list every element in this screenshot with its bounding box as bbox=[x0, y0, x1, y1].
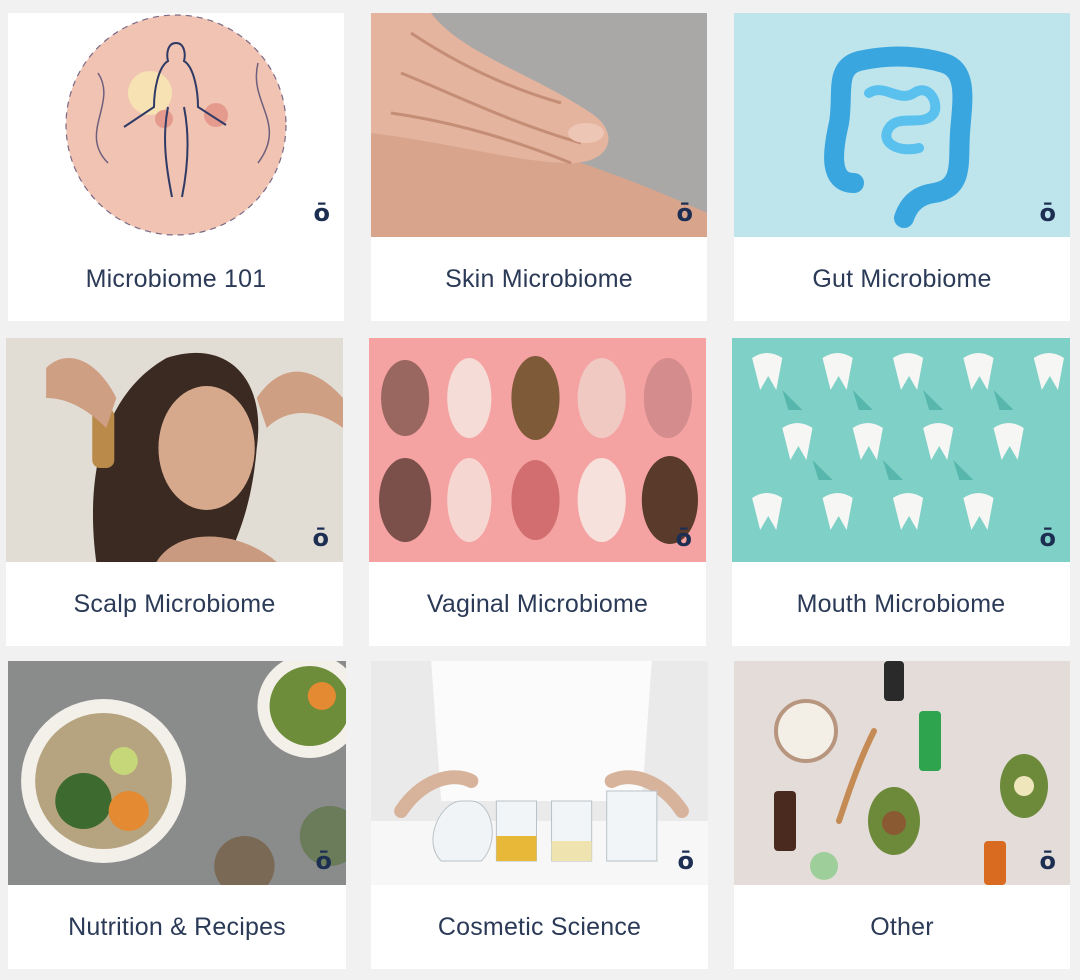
category-card-microbiome-101[interactable]: ō Microbiome 101 bbox=[8, 13, 344, 321]
category-label: Vaginal Microbiome bbox=[426, 589, 649, 618]
brand-mark-icon: ō bbox=[1039, 847, 1057, 875]
brand-mark-icon: ō bbox=[675, 524, 693, 552]
category-card-vaginal-microbiome[interactable]: ō Vaginal Microbiome bbox=[369, 338, 706, 646]
skincare-flatlay-photo-image bbox=[734, 661, 1070, 885]
category-label: Cosmetic Science bbox=[437, 912, 642, 941]
brand-mark-icon: ō bbox=[1039, 524, 1057, 552]
brand-mark-icon: ō bbox=[677, 847, 695, 875]
brand-mark-icon: ō bbox=[1039, 199, 1057, 227]
food-bowls-photo-image bbox=[8, 661, 346, 885]
category-card-gut-microbiome[interactable]: ō Gut Microbiome bbox=[734, 13, 1070, 321]
scalp-woman-photo-image bbox=[6, 338, 343, 562]
vaginal-illustration-image bbox=[369, 338, 706, 562]
skin-hand-photo-image bbox=[371, 13, 707, 237]
category-card-cosmetic-science[interactable]: ō Cosmetic Science bbox=[371, 661, 708, 969]
category-grid: ō Microbiome 101 ō Skin Microbiome ō Gut… bbox=[0, 0, 1080, 980]
brand-mark-icon: ō bbox=[315, 847, 333, 875]
category-card-skin-microbiome[interactable]: ō Skin Microbiome bbox=[371, 13, 707, 321]
category-label: Scalp Microbiome bbox=[73, 589, 276, 618]
category-label: Other bbox=[870, 912, 934, 941]
category-label: Skin Microbiome bbox=[445, 264, 633, 293]
category-card-scalp-microbiome[interactable]: ō Scalp Microbiome bbox=[6, 338, 343, 646]
category-label: Microbiome 101 bbox=[85, 264, 267, 293]
brand-mark-icon: ō bbox=[313, 199, 331, 227]
gut-model-photo-image bbox=[734, 13, 1070, 237]
category-label: Mouth Microbiome bbox=[796, 589, 1006, 618]
category-label: Nutrition & Recipes bbox=[68, 912, 286, 941]
category-label: Gut Microbiome bbox=[812, 264, 992, 293]
lab-glassware-photo-image bbox=[371, 661, 708, 885]
teeth-pattern-photo-image bbox=[732, 338, 1070, 562]
brand-mark-icon: ō bbox=[676, 199, 694, 227]
category-card-nutrition-recipes[interactable]: ō Nutrition & Recipes bbox=[8, 661, 346, 969]
microbiome-illustration-image bbox=[8, 13, 344, 237]
category-card-other[interactable]: ō Other bbox=[734, 661, 1070, 969]
brand-mark-icon: ō bbox=[312, 524, 330, 552]
category-card-mouth-microbiome[interactable]: ō Mouth Microbiome bbox=[732, 338, 1070, 646]
